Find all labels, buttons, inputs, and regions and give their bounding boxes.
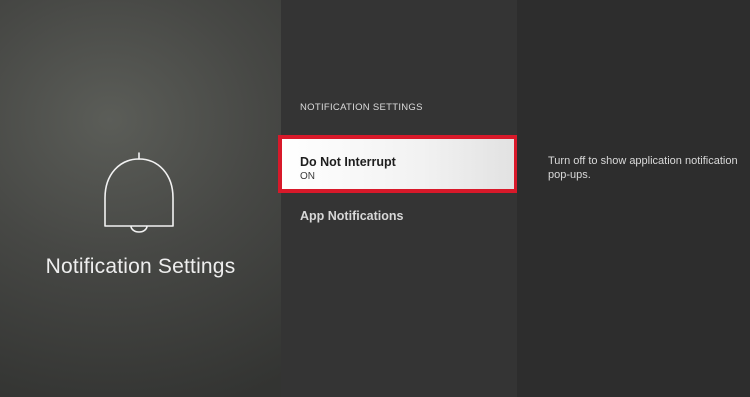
menu-item-app-notifications[interactable]: App Notifications <box>281 208 517 228</box>
menu-item-label: App Notifications <box>300 209 404 223</box>
detail-panel: Turn off to show application notificatio… <box>517 0 750 397</box>
category-panel: Notification Settings <box>0 0 281 397</box>
page-title: Notification Settings <box>45 255 236 278</box>
notification-settings-screen: Notification Settings NOTIFICATION SETTI… <box>0 0 750 397</box>
menu-item-do-not-interrupt[interactable]: Do Not Interrupt ON <box>278 135 518 193</box>
menu-item-label: Do Not Interrupt <box>300 155 396 169</box>
settings-menu: NOTIFICATION SETTINGS Do Not Interrupt O… <box>278 0 518 397</box>
section-header: NOTIFICATION SETTINGS <box>300 102 423 113</box>
bell-icon <box>104 152 174 233</box>
setting-description: Turn off to show application notificatio… <box>548 155 738 181</box>
menu-item-value: ON <box>300 171 315 182</box>
